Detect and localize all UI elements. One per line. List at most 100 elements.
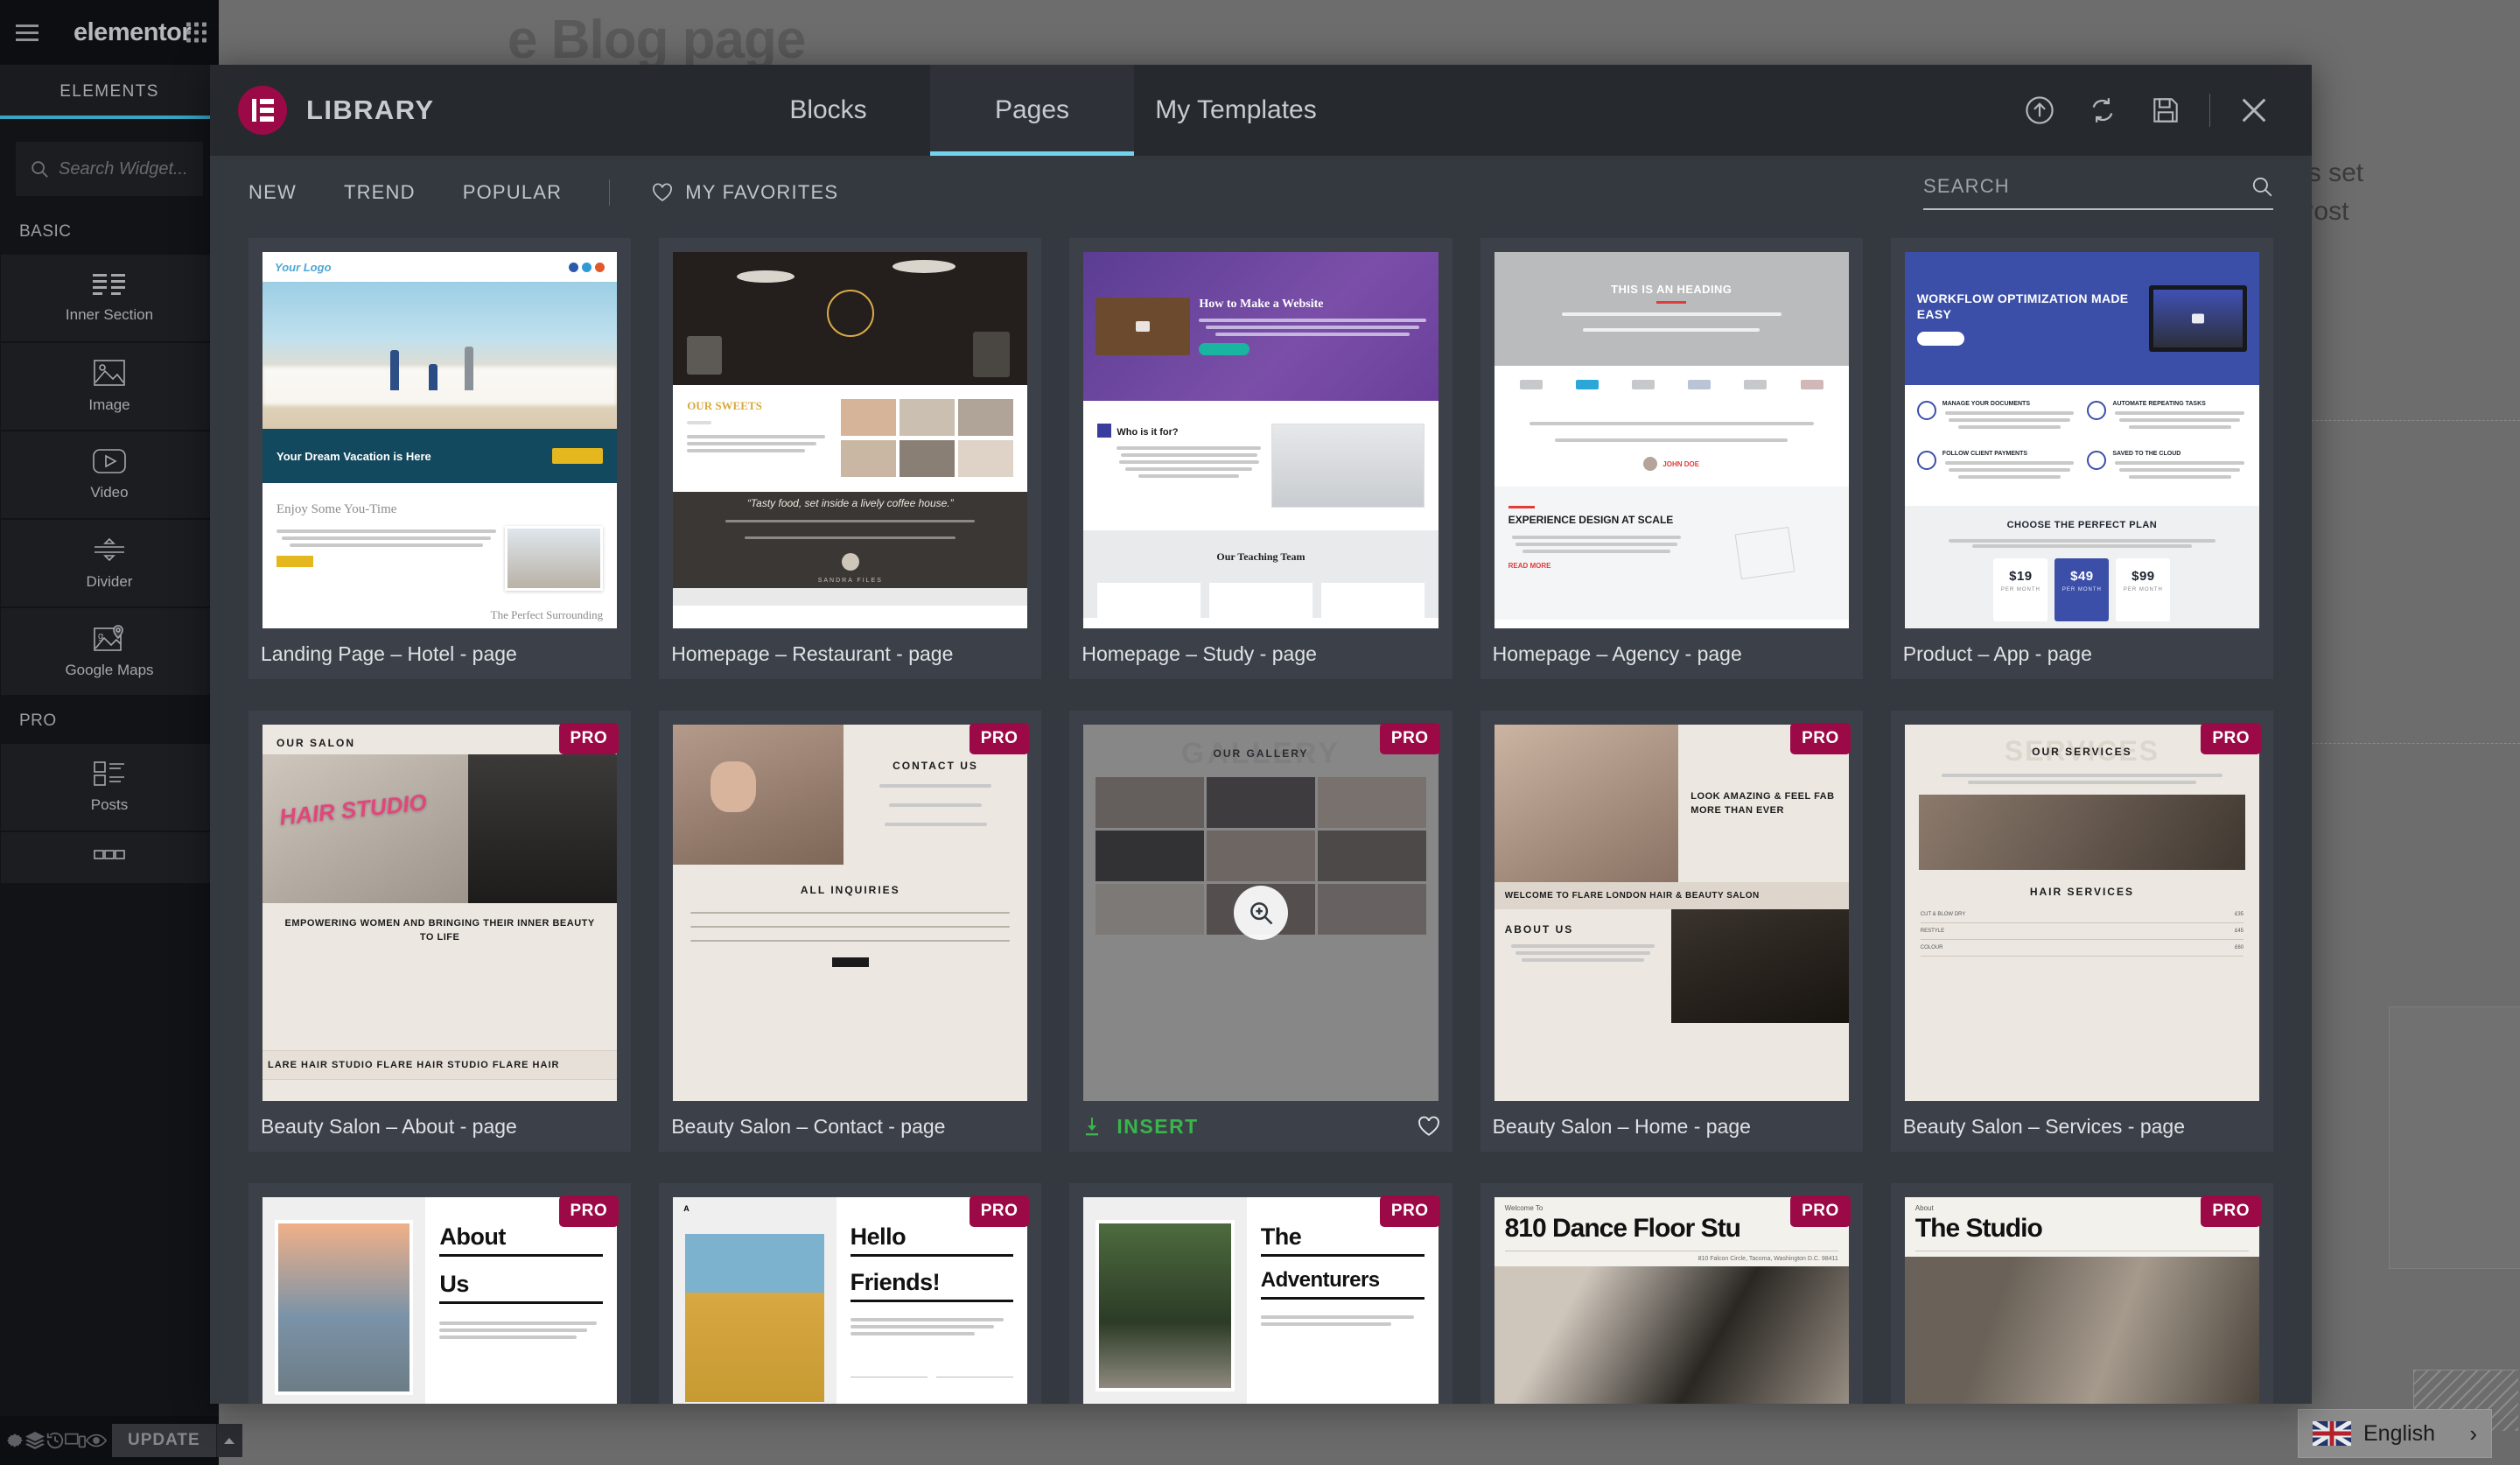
template-card[interactable]: PRO About Us (248, 1183, 632, 1404)
template-card-title: Homepage – Agency - page (1492, 641, 1742, 665)
search-icon (32, 161, 48, 178)
template-card-title: Homepage – Restaurant - page (671, 641, 954, 665)
preview-zoom-icon[interactable] (1233, 886, 1288, 940)
thumb-mockup-salon-about: OUR SALON HAIR STUDIO EMPOWERING WOMEN A… (262, 725, 618, 1101)
pro-badge: PRO (969, 723, 1030, 754)
mock-feature-4: SAVED TO THE CLOUD (2112, 451, 2181, 457)
uk-flag-icon (2313, 1421, 2351, 1446)
video-icon (93, 448, 126, 473)
mock-feature-3: FOLLOW CLIENT PAYMENTS (1942, 451, 2028, 457)
insert-button[interactable]: INSERT (1116, 1115, 1403, 1139)
mock-heading-1a: About (439, 1223, 506, 1250)
thumb-mockup-agency: THIS IS AN HEADING JOHN DOE EXPERIENCE D… (1494, 252, 1849, 628)
widget-video[interactable]: Video (0, 431, 219, 519)
mock-heading-1: LOOK AMAZING & FEEL FAB MORE THAN EVER (1690, 790, 1835, 817)
thumb-mockup-hotel: Your Logo Your Dream Vacation is Here En… (262, 252, 618, 628)
update-options-caret[interactable] (215, 1424, 242, 1457)
apps-grid-icon[interactable] (186, 22, 206, 43)
tab-elements[interactable]: ELEMENTS (0, 65, 219, 119)
update-button[interactable]: UPDATE (112, 1424, 216, 1457)
settings-gear-icon[interactable] (5, 1416, 24, 1465)
template-card[interactable]: PRO About The Studio The Studio - page (1890, 1183, 2273, 1404)
import-template-icon[interactable] (2008, 65, 2071, 156)
hamburger-menu-icon[interactable] (0, 0, 54, 65)
template-card[interactable]: WORKFLOW OPTIMIZATION MADE EASY MANAGE Y… (1890, 238, 2273, 679)
template-grid: Your Logo Your Dream Vacation is Here En… (248, 238, 2273, 1404)
template-thumbnail: Welcome To 810 Dance Floor Stu 810 Falco… (1494, 1197, 1849, 1404)
canvas-placeholder-block (2389, 1006, 2520, 1269)
pro-badge: PRO (1790, 723, 1851, 754)
modal-brand: LIBRARY (210, 65, 726, 156)
library-search-input[interactable]: SEARCH (1923, 175, 2273, 210)
widget-list-basic: Inner Section Image Video Divider g Goog… (0, 254, 219, 696)
template-card[interactable]: THIS IS AN HEADING JOHN DOE EXPERIENCE D… (1480, 238, 1863, 679)
template-card[interactable]: PRO SERVICES OUR SERVICES HAIR SERVICES … (1890, 711, 2273, 1152)
inner-section-icon (93, 273, 125, 295)
template-card[interactable]: OUR SWEETS “Tasty food, set inside a liv… (659, 238, 1042, 679)
pro-badge: PRO (969, 1195, 1030, 1227)
widget-inner-section[interactable]: Inner Section (0, 254, 219, 342)
template-card[interactable]: PRO A Hello Friends! (659, 1183, 1042, 1404)
template-thumbnail: How to Make a Website Who is it for? Our… (1083, 252, 1438, 628)
mock-feature-1: MANAGE YOUR DOCUMENTS (1942, 401, 2031, 407)
template-card-hovered[interactable]: PRO GALLERY OUR GALLERY INSERT (1069, 711, 1452, 1152)
close-modal-icon[interactable] (2222, 65, 2286, 156)
template-card[interactable]: PRO CONTACT US ALL INQUIRIES Beauty Salo… (659, 711, 1042, 1152)
widget-posts-label: Posts (90, 796, 129, 813)
filter-trend[interactable]: TREND (344, 181, 416, 204)
thumb-mockup-dance-studio: Welcome To 810 Dance Floor Stu 810 Falco… (1494, 1197, 1849, 1404)
mock-price-2: $49 (2070, 569, 2094, 584)
template-thumbnail: LOOK AMAZING & FEEL FAB MORE THAN EVER W… (1494, 725, 1849, 1101)
widget-google-maps[interactable]: g Google Maps (0, 607, 219, 696)
tab-blocks[interactable]: Blocks (726, 65, 930, 156)
template-card-title: Homepage – Study - page (1082, 641, 1317, 665)
tab-pages[interactable]: Pages (930, 65, 1134, 156)
pro-badge: PRO (1379, 723, 1440, 754)
template-card[interactable]: PRO OUR SALON HAIR STUDIO EMPOWERING WOM… (248, 711, 632, 1152)
widget-google-maps-label: Google Maps (65, 661, 154, 678)
filter-new[interactable]: NEW (248, 181, 297, 204)
filter-popular[interactable]: POPULAR (463, 181, 563, 204)
editor-bottom-bar: UPDATE (0, 1416, 242, 1465)
template-thumbnail: OUR SALON HAIR STUDIO EMPOWERING WOMEN A… (262, 725, 618, 1101)
mock-heading-1: WORKFLOW OPTIMIZATION MADE EASY (1916, 291, 2129, 321)
responsive-mode-icon[interactable] (65, 1416, 86, 1465)
template-card[interactable]: PRO LOOK AMAZING & FEEL FAB MORE THAN EV… (1480, 711, 1863, 1152)
tab-my-templates[interactable]: My Templates (1134, 65, 1338, 156)
widget-partial-next[interactable] (0, 831, 219, 884)
download-icon[interactable] (1082, 1116, 1102, 1137)
thumb-mockup-about-us: About Us (262, 1197, 618, 1404)
template-thumbnail: A Hello Friends! (673, 1197, 1028, 1404)
thumb-mockup-the-studio: About The Studio (1904, 1197, 2259, 1404)
mock-heading-1b: Friends! (850, 1269, 941, 1296)
mock-price-3: $99 (2132, 569, 2155, 584)
template-card[interactable]: How to Make a Website Who is it for? Our… (1069, 238, 1452, 679)
template-thumbnail: SERVICES OUR SERVICES HAIR SERVICES CUT … (1904, 725, 2259, 1101)
mock-heading-1: THIS IS AN HEADING (1611, 283, 1732, 296)
mock-ticker: LARE HAIR STUDIO FLARE HAIR STUDIO FLARE… (268, 1060, 560, 1070)
mock-heading-2: Who is it for? (1116, 427, 1179, 438)
history-icon[interactable] (46, 1416, 65, 1465)
widget-posts[interactable]: Posts (0, 743, 219, 831)
widget-inner-section-label: Inner Section (65, 305, 154, 323)
save-template-icon[interactable] (2134, 65, 2197, 156)
pro-badge: PRO (1379, 1195, 1440, 1227)
sync-library-icon[interactable] (2071, 65, 2134, 156)
template-library-modal: LIBRARY Blocks Pages My Templates NEW TR… (210, 65, 2312, 1404)
image-icon (94, 359, 125, 386)
template-grid-scroll[interactable]: Your Logo Your Dream Vacation is Here En… (210, 229, 2312, 1404)
navigator-layers-icon[interactable] (24, 1416, 46, 1465)
widget-search-input[interactable]: Search Widget... (16, 142, 203, 196)
tab-pages-label: Pages (994, 95, 1070, 124)
widget-image[interactable]: Image (0, 342, 219, 431)
filter-my-favorites[interactable]: MY FAVORITES (652, 181, 838, 204)
preview-eye-icon[interactable] (86, 1416, 107, 1465)
template-card[interactable]: Your Logo Your Dream Vacation is Here En… (248, 238, 632, 679)
widget-divider[interactable]: Divider (0, 519, 219, 607)
language-selector[interactable]: English › (2298, 1409, 2492, 1458)
template-card[interactable]: PRO The Adventurers (1069, 1183, 1452, 1404)
heart-outline-icon[interactable] (1418, 1116, 1440, 1137)
template-card-title: Beauty Salon – About - page (261, 1114, 517, 1138)
template-card-title: Beauty Salon – Services - page (1902, 1114, 2185, 1138)
template-card[interactable]: PRO Welcome To 810 Dance Floor Stu 810 F… (1480, 1183, 1863, 1404)
